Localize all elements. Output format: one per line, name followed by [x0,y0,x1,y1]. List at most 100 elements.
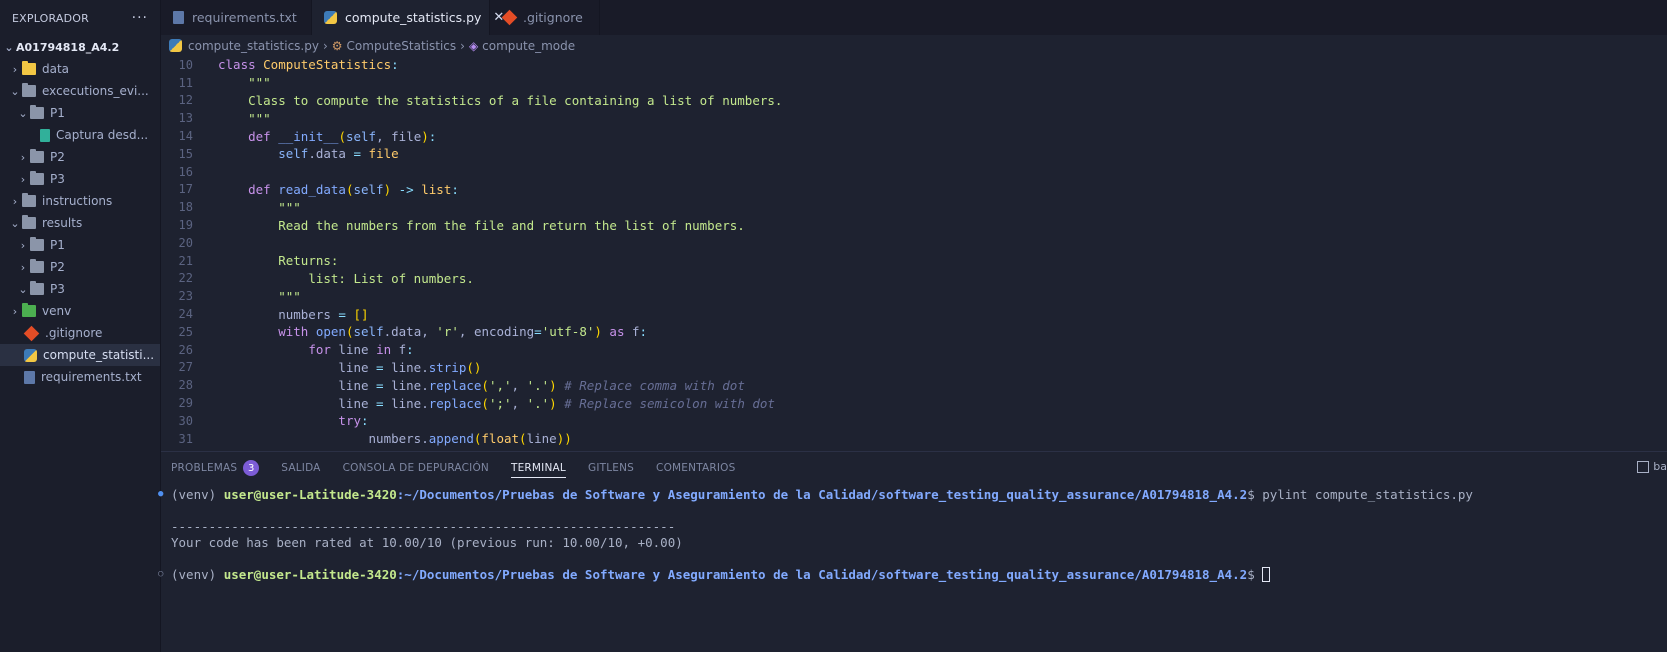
folder-venv-icon [22,303,36,317]
code-token: list: List of numbers. [308,270,474,286]
code-token: ) [421,128,429,144]
line-number: 29 [178,396,193,411]
chevron-right-icon: › [322,38,328,53]
tree-item[interactable]: › P1 [0,234,160,256]
code-token: list [421,181,452,197]
tree-item-label: P3 [50,172,65,186]
tree-item[interactable]: › P2 [0,256,160,278]
folder-open-icon [22,215,36,229]
code-token: ( [345,324,354,340]
file-tree: › data ⌄ excecutions_evi... ⌄ P1 Captura desd.… [0,58,160,388]
chevron-right-icon: › [12,194,18,208]
tree-item[interactable]: › data [0,58,160,80]
line-number: 23 [178,289,193,304]
code-token: try [338,413,361,429]
editor-tab[interactable]: .gitignore [490,0,600,35]
code-token: line. [383,395,429,411]
chevron-down-icon: ⌄ [4,40,14,54]
code-content: def read_data(self) -> list: [218,182,459,197]
tree-item[interactable]: ⌄ P1 [0,102,160,124]
panel-tab-label: PROBLEMAS [171,462,238,474]
code-token: encoding [473,324,535,340]
breadcrumb-class[interactable]: ComputeStatistics [347,39,457,53]
code-content: try: [218,413,368,429]
tree-item[interactable]: Captura desd... [0,124,160,146]
panel-tab-gitlens[interactable]: GITLENS [588,462,634,474]
code-token: self [353,324,384,340]
code-token: line. [383,377,429,393]
code-content: with open(self.data, 'r', encoding='utf-… [218,324,647,339]
code-content: """ [218,200,301,215]
more-actions-icon[interactable]: ··· [132,10,148,26]
panel-tab-consola-de-depuraci-n[interactable]: CONSOLA DE DEPURACIÓN [343,462,489,474]
tree-item-label: results [42,216,83,230]
tree-item[interactable]: ⌄ P3 [0,278,160,300]
code-token: , [511,377,527,393]
tree-item[interactable]: › P2 [0,146,160,168]
editor-tab[interactable]: requirements.txt [161,0,312,35]
project-root[interactable]: ⌄ A01794818_A4.2 [0,36,160,58]
code-token: ( [481,377,489,393]
code-token: ) [594,324,602,340]
explorer-header: EXPLORADOR ··· [0,0,160,36]
chevron-down-icon: ⌄ [10,216,20,230]
code-line: 16 [161,163,1667,181]
tree-item[interactable]: ⌄ excecutions_evi... [0,80,160,102]
panel-tab-label: SALIDA [281,462,321,474]
code-editor[interactable]: 10 class ComputeStatistics: 11 """ 12 Class… [161,56,1667,451]
terminal-cursor[interactable] [1262,566,1271,582]
separator-text: ----------------------------------------… [171,518,676,534]
line-number: 31 [178,431,193,446]
tree-item[interactable]: › P3 [0,168,160,190]
editor-tab[interactable]: compute_statistics.py ✕ [312,0,504,35]
panel-tab-terminal[interactable]: TERMINAL [510,462,566,478]
panel-tab-comentarios[interactable]: COMENTARIOS [656,462,735,474]
code-token: = [353,146,362,162]
panel-tab-problemas[interactable]: PROBLEMAS 3 [171,460,260,476]
breadcrumb-method[interactable]: compute_mode [482,39,575,53]
panel-tab-salida[interactable]: SALIDA [281,462,320,474]
code-token: = [534,324,542,340]
tree-item[interactable]: requirements.txt [0,366,160,388]
code-token: , [511,395,527,411]
terminal-line: ● (venv) user@user-Latitude-3420:~/Docum… [158,486,1667,502]
chevron-right-icon: › [12,304,18,318]
code-token: file [368,146,399,162]
bottom-panel: PROBLEMAS 3 SALIDA CONSOLA DE DEPURACIÓN TER… [158,451,1667,652]
code-content: Returns: [218,253,338,268]
tree-item[interactable]: ⌄ results [0,212,160,234]
folder-icon [30,237,44,251]
code-line: 18 """ [161,198,1667,216]
code-token: f [632,324,640,340]
code-token: line [218,377,377,393]
breadcrumb: compute_statistics.py › ⚙ ComputeStatist… [161,35,1667,56]
prompt-path: :~/Documentos/Pruebas de Software y Aseg… [396,486,1248,502]
code-token: [] [353,306,369,322]
chevron-down-icon: ⌄ [10,84,20,98]
line-number: 18 [178,200,193,215]
code-token: -> [398,181,414,197]
method-symbol-icon: ◈ [468,38,479,53]
code-token: ( [481,395,489,411]
tree-item[interactable]: › instructions [0,190,160,212]
code-token: def [248,181,279,197]
terminal-command: $ pylint compute_statistics.py [1247,486,1473,502]
tree-item[interactable]: .gitignore [0,322,160,344]
terminal-instance[interactable]: ba [1637,460,1667,473]
breadcrumb-file[interactable]: compute_statistics.py [188,39,319,53]
tree-item[interactable]: compute_statisti... [0,344,160,366]
code-content: line = line.replace(';', '.') # Replace … [218,396,775,411]
code-line: 12 Class to compute the statistics of a … [161,92,1667,110]
editor-tab-label: requirements.txt [192,10,297,25]
tree-item[interactable]: › venv [0,300,160,322]
code-token: line [218,359,377,375]
terminal-output[interactable]: ● (venv) user@user-Latitude-3420:~/Docum… [158,486,1667,582]
tree-item-label: P2 [50,150,65,164]
line-number: 24 [178,307,193,322]
